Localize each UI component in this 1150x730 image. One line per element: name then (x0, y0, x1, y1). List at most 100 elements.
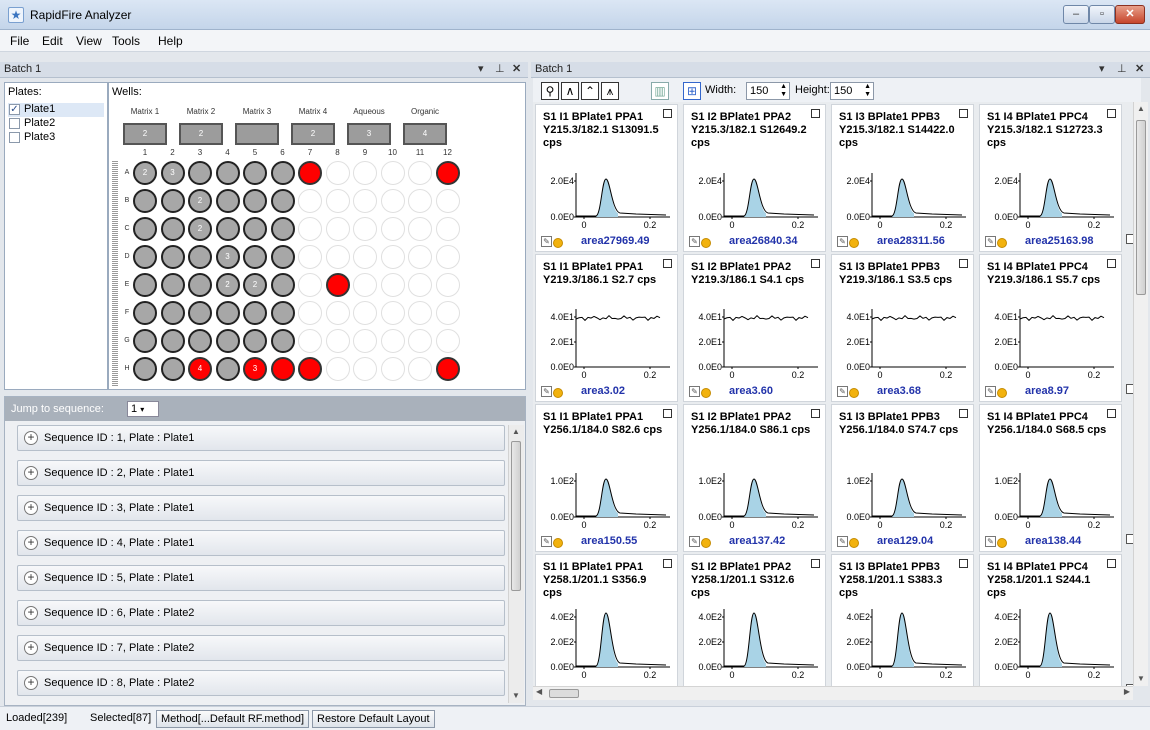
well[interactable] (380, 273, 405, 297)
well[interactable] (408, 329, 432, 353)
edit-exclude-icon[interactable]: ✎ (689, 536, 711, 548)
edit-exclude-icon[interactable]: ✎ (837, 386, 859, 398)
well[interactable] (133, 301, 157, 325)
chart-card[interactable]: S1 I1 BPlate1 PPA1 Y258.1/201.1 S356.9 c… (535, 554, 678, 686)
method-button[interactable]: Method[...Default RF.method] (156, 710, 310, 728)
well[interactable] (133, 329, 157, 353)
peak-top-icon[interactable]: ⌃ (581, 82, 599, 100)
well[interactable] (270, 245, 295, 269)
exclude-icon[interactable] (849, 238, 859, 248)
chart-card[interactable]: S1 I2 BPlate1 PPA2 Y215.3/182.1 S12649.2… (683, 104, 826, 252)
sequence-item[interactable]: + Sequence ID : 5, Plate : Plate1 (17, 565, 505, 591)
well[interactable] (325, 217, 350, 241)
well[interactable] (435, 357, 460, 381)
plate-item-plate2[interactable]: Plate2 (8, 117, 104, 131)
chart-card[interactable]: S1 I4 BPlate1 PPC4 Y215.3/182.1 S12723.3… (979, 104, 1122, 252)
well[interactable] (243, 189, 267, 213)
well[interactable] (408, 301, 432, 325)
well[interactable] (270, 273, 295, 297)
height-spinner[interactable]: 150 ▲ ▼ (830, 82, 874, 100)
sequence-scrollbar[interactable]: ▲ ▼ (508, 425, 524, 703)
edit-exclude-icon[interactable]: ✎ (689, 236, 711, 248)
edit-icon[interactable]: ✎ (541, 536, 552, 547)
well[interactable] (160, 357, 185, 381)
well[interactable] (435, 161, 460, 185)
well[interactable] (270, 217, 295, 241)
well[interactable] (270, 357, 295, 381)
expand-plus-icon[interactable]: + (24, 641, 38, 655)
well[interactable] (380, 217, 405, 241)
well[interactable] (215, 301, 240, 325)
pane-pin-icon[interactable]: ⊥ (1117, 62, 1127, 77)
well[interactable] (380, 301, 405, 325)
matrix-box[interactable]: 2 (123, 123, 167, 145)
well[interactable] (408, 273, 432, 297)
chart-card[interactable]: S1 I2 BPlate1 PPA2 Y219.3/186.1 S4.1 cps… (683, 254, 826, 402)
well[interactable] (408, 245, 432, 269)
well[interactable] (353, 273, 377, 297)
well[interactable]: 2 (133, 161, 157, 185)
pane-pin-icon[interactable]: ⊥ (495, 62, 505, 77)
well[interactable] (188, 245, 212, 269)
exclude-icon[interactable] (701, 388, 711, 398)
scroll-thumb[interactable] (1136, 120, 1146, 295)
edit-exclude-icon[interactable]: ✎ (541, 536, 563, 548)
well[interactable] (215, 189, 240, 213)
well[interactable] (215, 161, 240, 185)
well[interactable] (243, 329, 267, 353)
pane-dropdown-icon[interactable]: ▾ (1099, 62, 1105, 77)
menu-edit[interactable]: Edit (42, 34, 63, 48)
well[interactable]: 2 (243, 273, 267, 297)
expand-plus-icon[interactable]: + (24, 606, 38, 620)
wells-splitter[interactable] (112, 161, 118, 386)
pane-dropdown-icon[interactable]: ▾ (478, 62, 484, 77)
well[interactable] (298, 329, 322, 353)
chart-card[interactable]: S1 I3 BPlate1 PPB3 Y215.3/182.1 S14422.0… (831, 104, 974, 252)
well[interactable] (325, 189, 350, 213)
edit-icon[interactable]: ✎ (985, 236, 996, 247)
bar-chart-icon[interactable]: ▥ (651, 82, 669, 100)
well[interactable] (270, 301, 295, 325)
well[interactable] (298, 357, 322, 381)
edit-icon[interactable]: ✎ (985, 386, 996, 397)
well[interactable] (133, 245, 157, 269)
well[interactable] (188, 161, 212, 185)
well[interactable] (270, 329, 295, 353)
chart-card[interactable]: S1 I2 BPlate1 PPA2 Y256.1/184.0 S86.1 cp… (683, 404, 826, 552)
scroll-down-icon[interactable]: ▼ (1134, 672, 1148, 686)
well[interactable] (435, 245, 460, 269)
scroll-down-icon[interactable]: ▼ (509, 689, 523, 703)
well[interactable] (298, 245, 322, 269)
well[interactable] (353, 329, 377, 353)
restore-layout-button[interactable]: Restore Default Layout (312, 710, 435, 728)
plate-item-plate1[interactable]: ✓ Plate1 (8, 103, 104, 117)
well[interactable] (380, 357, 405, 381)
edit-exclude-icon[interactable]: ✎ (985, 236, 1007, 248)
well[interactable]: 2 (188, 189, 212, 213)
exclude-icon[interactable] (849, 388, 859, 398)
menu-file[interactable]: File (10, 34, 29, 48)
well[interactable]: 4 (188, 357, 212, 381)
well[interactable] (353, 301, 377, 325)
exclude-icon[interactable] (553, 238, 563, 248)
well[interactable] (270, 189, 295, 213)
checkbox-icon[interactable] (9, 132, 20, 143)
well[interactable] (435, 329, 460, 353)
next-card-checkbox[interactable] (1126, 534, 1133, 544)
next-card-checkbox[interactable] (1126, 384, 1133, 394)
pane-close-icon[interactable]: ✕ (512, 62, 521, 77)
well[interactable] (435, 217, 460, 241)
edit-icon[interactable]: ✎ (837, 236, 848, 247)
well[interactable] (298, 161, 322, 185)
matrix-box[interactable]: 4 (403, 123, 447, 145)
well[interactable] (298, 273, 322, 297)
next-card-checkbox[interactable] (1126, 234, 1133, 244)
chart-card[interactable]: S1 I1 BPlate1 PPA1 Y256.1/184.0 S82.6 cp… (535, 404, 678, 552)
well[interactable] (160, 217, 185, 241)
expand-plus-icon[interactable]: + (24, 466, 38, 480)
well[interactable] (325, 273, 350, 297)
chart-card[interactable]: S1 I2 BPlate1 PPA2 Y258.1/201.1 S312.6 c… (683, 554, 826, 686)
exclude-icon[interactable] (997, 538, 1007, 548)
menu-view[interactable]: View (76, 34, 102, 48)
scroll-up-icon[interactable]: ▲ (1134, 102, 1148, 116)
